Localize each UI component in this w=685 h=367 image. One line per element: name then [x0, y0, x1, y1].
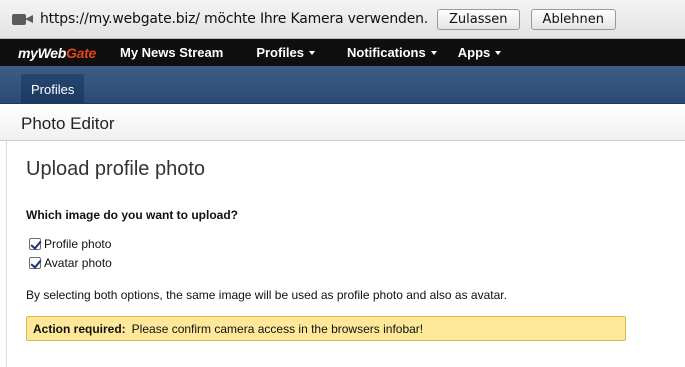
section-title: Upload profile photo	[26, 158, 206, 180]
avatar-photo-option[interactable]: Avatar photo	[29, 256, 112, 270]
chevron-down-icon	[309, 50, 315, 55]
info-note: By selecting both options, the same imag…	[26, 288, 507, 302]
avatar-photo-checkbox[interactable]	[29, 257, 41, 269]
alert-text: Please confirm camera access in the brow…	[131, 321, 424, 336]
alert-label: Action required:	[33, 321, 126, 336]
logo[interactable]: myWebGate	[18, 45, 96, 61]
nav-notifications[interactable]: Notifications	[347, 45, 437, 60]
chevron-down-icon	[430, 50, 437, 55]
deny-button[interactable]: Ablehnen	[530, 8, 617, 30]
sub-navigation: Profiles	[0, 66, 685, 104]
nav-label: My News Stream	[119, 45, 224, 60]
nav-apps[interactable]: Apps	[458, 45, 502, 60]
allow-button[interactable]: Zulassen	[437, 8, 520, 30]
browser-infobar: https://my.webgate.biz/ möchte Ihre Kame…	[0, 0, 685, 39]
nav-label: Profiles	[256, 45, 304, 60]
profile-photo-label: Profile photo	[44, 237, 112, 251]
action-required-alert: Action required: Please confirm camera a…	[26, 316, 626, 341]
page-header: Photo Editor	[0, 105, 685, 141]
page-title: Photo Editor	[21, 114, 115, 133]
nav-my-news-stream[interactable]: My News Stream	[120, 45, 223, 60]
camera-icon	[12, 12, 34, 26]
chevron-down-icon	[495, 50, 502, 55]
logo-text-web: Web	[37, 44, 67, 61]
profile-photo-option[interactable]: Profile photo	[29, 237, 111, 251]
logo-text-my: my	[18, 44, 38, 61]
nav-label: Notifications	[347, 45, 426, 60]
nav-profiles[interactable]: Profiles	[256, 45, 315, 60]
tab-profiles[interactable]: Profiles	[21, 74, 85, 104]
upload-question: Which image do you want to upload?	[26, 208, 238, 222]
top-navigation: myWebGate My News Stream Profiles Notifi…	[0, 39, 685, 66]
nav-label: Apps	[457, 45, 491, 60]
logo-text-gate: Gate	[66, 44, 96, 61]
avatar-photo-label: Avatar photo	[44, 256, 112, 270]
infobar-message: https://my.webgate.biz/ möchte Ihre Kame…	[40, 11, 429, 27]
profile-photo-checkbox[interactable]	[29, 238, 41, 250]
